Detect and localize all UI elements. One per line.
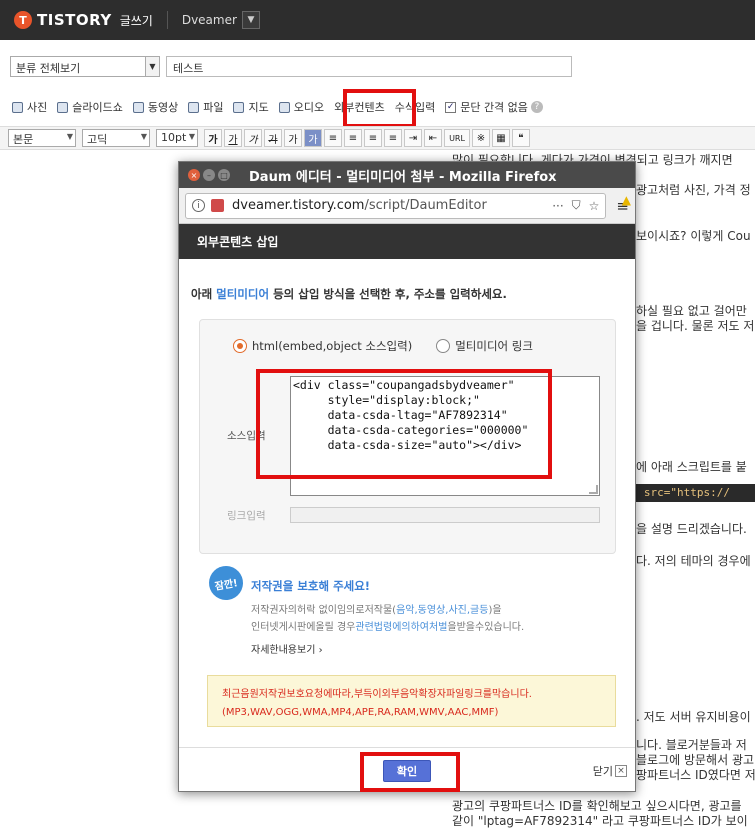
window-titlebar[interactable]: × – □ Daum 에디터 - 멀티미디어 첨부 - Mozilla Fire… <box>179 162 635 188</box>
highlight-box-confirm <box>360 752 460 792</box>
top-bar: T TISTORY 글쓰기 Dveamer ▼ <box>0 0 755 40</box>
slideshow-icon <box>57 101 69 113</box>
close-icon[interactable]: × <box>188 169 200 181</box>
align-right-button[interactable]: ≡ <box>364 129 382 147</box>
maximize-icon[interactable]: □ <box>218 169 230 181</box>
align-left-button[interactable]: ≡ <box>324 129 342 147</box>
video-icon <box>132 101 144 113</box>
format-toolbar: 본문 ▼ 고딕 ▼ 10pt ▼ 가 가 가 가 가 가 ≡ ≡ ≡ ≡ ⇥ ⇤ UR… <box>0 126 755 150</box>
photo-icon <box>12 101 23 113</box>
file-icon <box>188 101 200 113</box>
window-title: Daum 에디터 - 멀티미디어 첨부 - Mozilla Firefox <box>249 169 557 185</box>
url-path: /script/DaumEditor <box>364 198 487 213</box>
bold-button[interactable]: 가 <box>204 129 222 147</box>
category-select[interactable]: 분류 전체보기 ▼ <box>10 56 160 77</box>
special-char-button[interactable]: ※ <box>472 129 490 147</box>
attach-map-button[interactable]: 지도 <box>233 99 269 115</box>
page-actions-icon[interactable]: ··· <box>552 199 563 213</box>
audio-icon <box>278 101 290 113</box>
table-icon[interactable]: ▦ <box>492 129 510 147</box>
chevron-down-icon: ▼ <box>66 132 73 141</box>
topbar-divider <box>166 11 168 29</box>
permissions-icon[interactable] <box>211 199 224 212</box>
info-icon[interactable]: i <box>192 199 205 212</box>
radio-multimedia-link[interactable] <box>436 339 451 353</box>
article-text: 광고처럼 사진, 가격 정 <box>636 183 751 197</box>
radio-html-source[interactable] <box>233 339 247 353</box>
instruction-text: 아래 멀티미디어 등의 삽입 방식을 선택한 후, 주소를 입력하세요. <box>191 287 507 301</box>
url-button[interactable]: URL <box>444 129 470 147</box>
chevron-down-icon[interactable]: ▼ <box>241 11 260 29</box>
outdent-button[interactable]: ⇤ <box>424 129 442 147</box>
align-center-button[interactable]: ≡ <box>344 129 362 147</box>
article-text: . 저도 서버 유지비용이 <box>636 710 751 724</box>
tistory-logo-icon[interactable]: T <box>14 11 32 29</box>
code-snippet: c" src="https:// <box>620 484 755 502</box>
url-bar: i dveamer.tistory.com/script/DaumEditor … <box>179 188 635 224</box>
music-link-notice: 최근음원저작권보호요청에따라,부득이외부음악확장자파일링크를막습니다. (MP3… <box>207 675 616 727</box>
attach-audio-button[interactable]: 오디오 <box>278 99 324 115</box>
indent-button[interactable]: ⇥ <box>404 129 422 147</box>
address-field[interactable]: i dveamer.tistory.com/script/DaumEditor … <box>185 192 607 219</box>
attach-slideshow-button[interactable]: 슬라이드쇼 <box>57 99 123 115</box>
quote-icon[interactable]: ❝ <box>512 129 530 147</box>
minimize-icon[interactable]: – <box>203 169 215 181</box>
link-input <box>290 507 600 523</box>
bookmark-star-icon[interactable]: ☆ <box>589 199 600 213</box>
background-color-button[interactable]: 가 <box>304 129 322 147</box>
close-icon: × <box>615 765 627 777</box>
resize-grip-icon[interactable] <box>589 485 598 494</box>
article-text: 을 겁니다. 물론 저도 저 <box>636 319 755 333</box>
pocket-icon[interactable]: ⛉ <box>572 198 581 213</box>
align-justify-button[interactable]: ≡ <box>384 129 402 147</box>
copyright-body: 저작권자의허락 없이임의로저작물(음악,동영상,사진,글등)을 인터넷게시판에올… <box>251 605 525 633</box>
checkbox-icon: ✓ <box>445 101 457 113</box>
radio-link-label[interactable]: 멀티미디어 링크 <box>455 338 533 354</box>
highlight-box-external-content <box>343 89 416 128</box>
font-family-select[interactable]: 고딕 ▼ <box>82 129 150 147</box>
link-input-label: 링크입력 <box>227 510 266 522</box>
radio-html-label[interactable]: html(embed,object 소스입력) <box>252 338 412 354</box>
underline-button[interactable]: 가 <box>224 129 242 147</box>
article-text: 에 아래 스크립트를 붙 <box>636 460 747 474</box>
post-title-input[interactable]: 테스트 <box>166 56 572 77</box>
map-icon <box>233 101 245 113</box>
attach-photo-button[interactable]: 사진 <box>12 99 47 115</box>
strikethrough-button[interactable]: 가 <box>264 129 282 147</box>
article-text: 을 설명 드리겠습니다. <box>636 522 747 536</box>
attach-file-button[interactable]: 파일 <box>188 99 223 115</box>
chevron-right-icon: › <box>318 645 323 656</box>
article-text: 팡파트너스 ID였다면 저 <box>636 768 755 782</box>
chevron-down-icon: ▼ <box>188 132 195 141</box>
blog-name[interactable]: Dveamer <box>182 13 237 27</box>
warning-icon: ▲ <box>621 193 631 207</box>
article-text: 같이 "lptag=AF7892314" 라고 쿠팡파트너스 ID가 보이 <box>452 814 748 828</box>
font-size-select[interactable]: 10pt ▼ <box>156 129 198 147</box>
article-text: 보이시죠? 이렇게 Cou <box>636 229 751 243</box>
italic-button[interactable]: 가 <box>244 129 262 147</box>
insert-mode-radios: html(embed,object 소스입력) 멀티미디어 링크 <box>233 338 533 354</box>
tistory-logo[interactable]: TISTORY <box>37 11 112 29</box>
article-text: 다. 저의 테마의 경우에 <box>636 554 751 568</box>
attach-video-button[interactable]: 동영상 <box>132 99 178 115</box>
chevron-down-icon: ▼ <box>140 132 147 141</box>
caution-badge: 잠깐! <box>206 563 246 603</box>
chevron-down-icon: ▼ <box>145 57 159 76</box>
highlight-box-source <box>256 369 552 479</box>
text-color-button[interactable]: 가 <box>284 129 302 147</box>
url-domain: dveamer.tistory.com <box>232 198 365 213</box>
category-selected: 분류 전체보기 <box>16 62 81 75</box>
paragraph-spacing-toggle[interactable]: ✓ 문단 간격 없음 ? <box>445 99 543 115</box>
copyright-title: 저작권을 보호해 주세요! <box>251 579 371 593</box>
write-label: 글쓰기 <box>119 13 153 28</box>
section-title: 외부콘텐츠 삽입 <box>179 224 635 259</box>
copyright-more-link[interactable]: 자세한내용보기 › <box>251 641 323 656</box>
help-icon[interactable]: ? <box>530 101 543 113</box>
close-button[interactable]: 닫기 × <box>593 763 627 779</box>
paragraph-style-select[interactable]: 본문 ▼ <box>8 129 76 147</box>
